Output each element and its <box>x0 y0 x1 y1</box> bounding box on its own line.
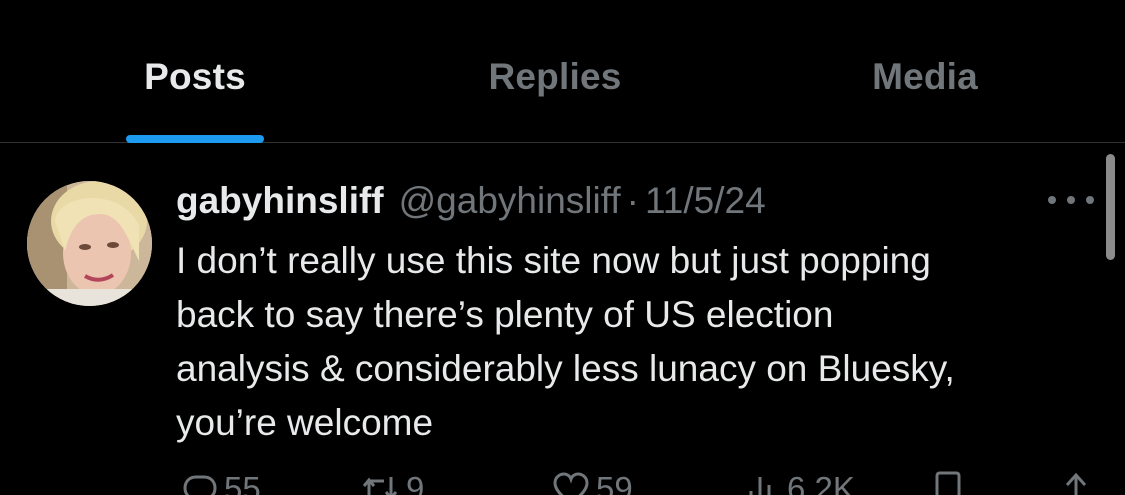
avatar-image <box>27 181 152 306</box>
post-actions: 55 9 59 6.2K <box>0 470 1125 495</box>
tab-media-label: Media <box>872 56 978 97</box>
views-count: 6.2K <box>787 470 855 495</box>
bookmark-button[interactable] <box>932 470 964 495</box>
post-timestamp[interactable]: 11/5/24 <box>645 180 766 222</box>
display-name[interactable]: gabyhinsliff <box>176 180 384 222</box>
separator-dot: · <box>626 180 639 221</box>
user-handle[interactable]: @gabyhinsliff <box>399 180 621 222</box>
post[interactable]: gabyhinsliff @gabyhinsliff · 11/5/24 I d… <box>0 144 1125 495</box>
tab-posts-label: Posts <box>144 56 246 97</box>
reply-count: 55 <box>224 470 261 495</box>
scrollbar-thumb[interactable] <box>1106 154 1115 260</box>
profile-tabs: Posts Replies Media <box>0 0 1125 143</box>
repost-count: 9 <box>406 470 425 495</box>
tab-replies[interactable]: Replies <box>460 0 650 143</box>
bar-chart-icon <box>749 477 780 495</box>
like-count: 59 <box>596 470 633 495</box>
reply-button[interactable]: 55 <box>182 470 261 495</box>
like-button[interactable]: 59 <box>552 470 633 495</box>
more-dot <box>1067 196 1075 204</box>
share-button[interactable] <box>1060 470 1092 495</box>
more-dots-icon[interactable] <box>1048 190 1094 210</box>
repost-arrows-icon <box>362 477 398 495</box>
tab-media[interactable]: Media <box>830 0 1020 143</box>
views-button[interactable]: 6.2K <box>745 470 855 495</box>
post-text: I don’t really use this site now but jus… <box>176 240 955 443</box>
heart-icon <box>553 472 589 495</box>
post-header: gabyhinsliff @gabyhinsliff · 11/5/24 <box>176 180 766 224</box>
tab-replies-label: Replies <box>488 56 622 97</box>
repost-button[interactable]: 9 <box>360 470 424 495</box>
bookmark-icon <box>935 471 961 495</box>
more-dot <box>1086 196 1094 204</box>
speech-bubble-icon <box>183 475 217 495</box>
tab-posts[interactable]: Posts <box>110 0 280 143</box>
profile-screen: Posts Replies Media gabyhinsliff @gabyhi… <box>0 0 1125 495</box>
more-dot <box>1048 196 1056 204</box>
share-arrow-icon <box>1065 472 1087 495</box>
active-tab-indicator <box>126 135 264 143</box>
avatar[interactable] <box>27 181 152 306</box>
